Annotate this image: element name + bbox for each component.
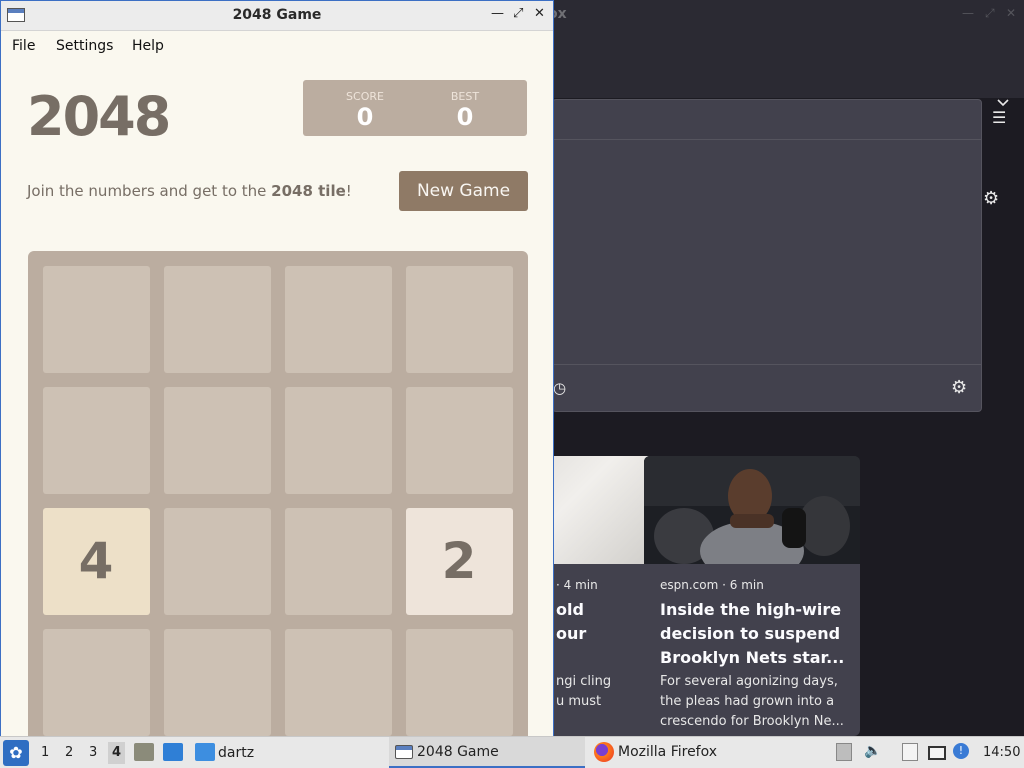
game-titlebar[interactable]: 2048 Game — ⤢ ✕ xyxy=(1,1,553,31)
minimize-icon[interactable]: — xyxy=(491,6,504,21)
gear-icon[interactable]: ⚙ xyxy=(983,188,999,209)
menu-file[interactable]: File xyxy=(12,38,35,54)
story-source: · 4 min xyxy=(556,578,598,592)
empty-cell xyxy=(405,265,513,373)
best-score-box: BEST 0 xyxy=(403,80,527,136)
history-icon[interactable]: ◷ xyxy=(553,379,566,397)
intro-text: Join the numbers and get to the 2048 til… xyxy=(27,182,352,200)
menu-settings[interactable]: Settings xyxy=(56,38,113,54)
task-2048-game[interactable]: 2048 Game xyxy=(389,737,585,768)
desktop-icon[interactable] xyxy=(163,743,183,761)
best-label: BEST xyxy=(450,90,480,103)
story-source: espn.com · 6 min xyxy=(660,578,764,592)
minimize-icon[interactable]: — xyxy=(962,6,974,20)
hamburger-menu-icon[interactable]: ☰ xyxy=(992,108,1006,127)
empty-cell xyxy=(405,386,513,494)
intro-prefix: Join the numbers and get to the xyxy=(27,182,272,200)
empty-cell xyxy=(284,386,392,494)
empty-cell xyxy=(42,628,150,736)
story-headline[interactable]: Inside the high-wire decision to suspend… xyxy=(660,598,850,670)
menu-help[interactable]: Help xyxy=(132,38,164,54)
game-window-title: 2048 Game xyxy=(232,7,322,23)
upload-icon[interactable] xyxy=(836,743,852,761)
window-icon xyxy=(395,745,413,759)
empty-cell xyxy=(284,265,392,373)
best-value: 0 xyxy=(456,103,474,131)
menu-bar: File Settings Help xyxy=(1,31,553,59)
task-firefox[interactable]: Mozilla Firefox xyxy=(590,737,790,768)
game-board[interactable]: 42 xyxy=(28,251,528,736)
maximize-icon[interactable]: ⤢ xyxy=(513,6,523,21)
folder-icon[interactable] xyxy=(195,743,215,761)
empty-cell xyxy=(163,507,271,615)
story-image xyxy=(644,456,860,581)
taskbar: ✿ 1 2 3 4 dartz 2048 Game Mozilla Firefo… xyxy=(0,736,1024,768)
task-label: Mozilla Firefox xyxy=(618,744,718,760)
panel-header xyxy=(553,100,981,140)
panel-footer: ◷ ⚙ xyxy=(553,364,981,412)
workspace-1[interactable]: 1 xyxy=(41,745,49,760)
new-game-button[interactable]: New Game xyxy=(399,171,528,211)
intro-highlight: 2048 tile xyxy=(271,182,346,200)
empty-cell xyxy=(42,386,150,494)
clipboard-icon[interactable] xyxy=(902,743,918,761)
empty-cell xyxy=(405,628,513,736)
close-icon[interactable]: ✕ xyxy=(1006,6,1016,20)
folder-label[interactable]: dartz xyxy=(218,745,254,761)
story-card[interactable]: espn.com · 6 min Inside the high-wire de… xyxy=(644,456,860,736)
workspace-3[interactable]: 3 xyxy=(89,745,97,760)
update-icon[interactable]: ! xyxy=(953,743,969,759)
empty-cell xyxy=(284,628,392,736)
start-menu-icon[interactable]: ✿ xyxy=(3,740,29,766)
close-icon[interactable]: ✕ xyxy=(534,6,545,21)
intro-suffix: ! xyxy=(345,182,352,200)
volume-icon[interactable]: 🔈 xyxy=(864,743,881,759)
task-label: 2048 Game xyxy=(417,744,499,760)
network-icon[interactable] xyxy=(928,746,946,760)
empty-cell xyxy=(163,628,271,736)
gear-icon[interactable]: ⚙ xyxy=(951,377,967,398)
maximize-icon[interactable]: ⤢ xyxy=(985,6,995,21)
empty-cell xyxy=(284,507,392,615)
workspace-4[interactable]: 4 xyxy=(108,742,126,764)
new-tab-search-panel: ◷ ⚙ xyxy=(552,99,982,412)
workspace-2[interactable]: 2 xyxy=(65,745,73,760)
tile: 2 xyxy=(405,507,513,615)
empty-cell xyxy=(42,265,150,373)
firefox-icon xyxy=(594,742,614,762)
empty-cell xyxy=(163,386,271,494)
file-manager-icon[interactable] xyxy=(134,743,154,761)
game-title: 2048 xyxy=(27,85,171,148)
tile: 4 xyxy=(42,507,150,615)
game-window: 2048 Game — ⤢ ✕ File Settings Help 2048 … xyxy=(0,0,554,736)
empty-cell xyxy=(163,265,271,373)
clock: 14:50 xyxy=(983,745,1021,760)
story-excerpt: For several agonizing days, the pleas ha… xyxy=(660,674,844,729)
